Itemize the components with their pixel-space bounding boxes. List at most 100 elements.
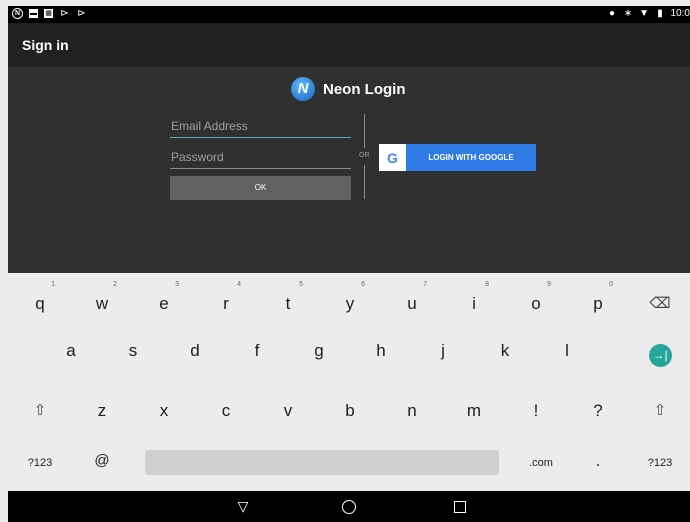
bluetooth-icon: ∗	[623, 8, 633, 19]
dotcom-key[interactable]: .com	[516, 445, 566, 485]
shift-icon: ⇧	[33, 402, 47, 419]
or-label: OR	[359, 152, 370, 159]
key-label: h	[376, 341, 386, 360]
enter-key[interactable]: →|	[635, 329, 685, 369]
ok-button[interactable]: OK	[170, 176, 351, 200]
key-label: f	[254, 341, 260, 360]
key-label: l	[565, 341, 569, 360]
location-icon: ●	[609, 8, 616, 19]
key-at[interactable]: @	[77, 445, 127, 485]
key-w[interactable]: 2w	[77, 273, 127, 313]
key-hint: 4	[237, 281, 241, 288]
shift-key-left[interactable]: ⇧	[15, 389, 65, 429]
key-label: t	[285, 294, 291, 313]
home-icon[interactable]	[342, 500, 356, 514]
key-o[interactable]: 9o	[511, 273, 561, 313]
shift-icon: ⇧	[653, 402, 667, 419]
key-label: .	[595, 451, 601, 470]
key-hint: 8	[485, 281, 489, 288]
navigation-bar: ▽	[8, 491, 690, 522]
key-x[interactable]: x	[139, 389, 189, 429]
key-label: z	[97, 401, 107, 420]
key-e[interactable]: 3e	[139, 273, 189, 313]
spacebar[interactable]	[145, 450, 499, 475]
key-label: ?123	[647, 457, 673, 469]
key-label: n	[407, 401, 417, 420]
enter-icon: →|	[648, 344, 672, 367]
key-p[interactable]: 0p	[573, 273, 623, 313]
key-question[interactable]: ?	[573, 389, 623, 429]
backspace-key[interactable]: ⌫	[635, 273, 685, 313]
key-label: k	[500, 341, 510, 360]
key-hint: 3	[175, 281, 179, 288]
key-label: i	[472, 294, 476, 313]
enter-key-label: →|	[635, 344, 685, 367]
photo-icon: ▦	[44, 9, 53, 18]
key-m[interactable]: m	[449, 389, 499, 429]
google-login-button[interactable]: G LOGIN WITH GOOGLE	[379, 144, 536, 171]
key-label: b	[345, 401, 355, 420]
battery-icon: ▮	[657, 8, 663, 19]
key-h[interactable]: h	[356, 329, 406, 369]
key-label: ?123	[27, 457, 53, 469]
google-logo-icon: G	[379, 144, 406, 171]
key-y[interactable]: 6y	[325, 273, 375, 313]
screen: N ▬ ▦ ⊳ ⊳ ● ∗ ▼ ▮ 10:0 Sign in N Neon Lo…	[0, 0, 690, 522]
key-label: j	[441, 341, 445, 360]
key-label: g	[314, 341, 324, 360]
wifi-icon: ▼	[639, 8, 649, 19]
play-store-icon: ⊳	[60, 8, 69, 19]
key-label: x	[159, 401, 169, 420]
key-q[interactable]: 1q	[15, 273, 65, 313]
key-j[interactable]: j	[418, 329, 468, 369]
divider	[364, 165, 365, 199]
key-g[interactable]: g	[294, 329, 344, 369]
key-b[interactable]: b	[325, 389, 375, 429]
key-i[interactable]: 8i	[449, 273, 499, 313]
key-hint: 6	[361, 281, 365, 288]
login-panel: N Neon Login OK OR G LOGIN WITH GOOGLE	[8, 67, 690, 273]
key-label: u	[407, 294, 417, 313]
email-field[interactable]	[170, 115, 351, 138]
key-a[interactable]: a	[46, 329, 96, 369]
password-field[interactable]	[170, 146, 351, 169]
key-k[interactable]: k	[480, 329, 530, 369]
key-hint: 9	[547, 281, 551, 288]
divider	[364, 114, 365, 148]
backspace-icon: ⌫	[649, 295, 671, 312]
key-r[interactable]: 4r	[201, 273, 251, 313]
key-n[interactable]: n	[387, 389, 437, 429]
key-label: a	[66, 341, 76, 360]
key-label: s	[128, 341, 138, 360]
key-label: q	[35, 294, 45, 313]
key-label: c	[221, 401, 231, 420]
key-label: .com	[529, 457, 553, 469]
key-c[interactable]: c	[201, 389, 251, 429]
key-l[interactable]: l	[542, 329, 592, 369]
recent-apps-icon[interactable]	[454, 501, 466, 513]
symbols-key-right[interactable]: ?123	[635, 445, 685, 485]
key-d[interactable]: d	[170, 329, 220, 369]
key-label: d	[190, 341, 200, 360]
symbols-key-left[interactable]: ?123	[15, 445, 65, 485]
key-label: e	[159, 294, 169, 313]
key-f[interactable]: f	[232, 329, 282, 369]
key-label: !	[533, 401, 539, 420]
key-label: w	[95, 294, 109, 313]
google-login-label: LOGIN WITH GOOGLE	[428, 153, 514, 162]
on-screen-keyboard: 1q 2w 3e 4r 5t 6y 7u 8i 9o 0p ⌫ a s d f …	[8, 273, 690, 491]
key-hint: 0	[609, 281, 613, 288]
key-label: o	[531, 294, 541, 313]
key-s[interactable]: s	[108, 329, 158, 369]
key-exclamation[interactable]: !	[511, 389, 561, 429]
key-label: ?	[593, 401, 603, 420]
key-t[interactable]: 5t	[263, 273, 313, 313]
neon-logo-icon: N	[291, 77, 315, 101]
shift-key-right[interactable]: ⇧	[635, 389, 685, 429]
period-key[interactable]: .	[573, 445, 623, 485]
back-icon[interactable]: ▽	[233, 498, 253, 515]
key-v[interactable]: v	[263, 389, 313, 429]
key-u[interactable]: 7u	[387, 273, 437, 313]
key-z[interactable]: z	[77, 389, 127, 429]
key-label: r	[223, 294, 229, 313]
